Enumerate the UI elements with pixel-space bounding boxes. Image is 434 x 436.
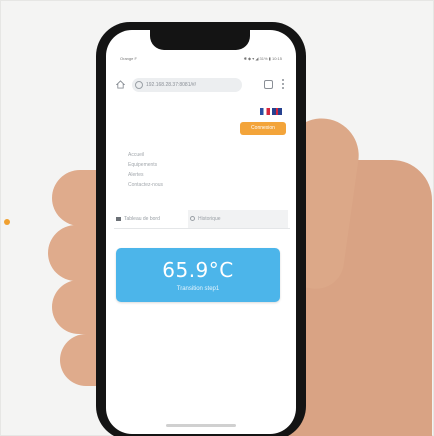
nav-item-contact[interactable]: Contactez-nous — [128, 180, 228, 190]
tab-bar: Tableau de bord Historique — [114, 210, 290, 229]
temperature-status: Transition step1 — [176, 286, 220, 292]
address-bar[interactable]: 192.168.28.37:8081/#/ — [132, 78, 242, 92]
nav-item-accueil[interactable]: Accueil — [128, 150, 228, 160]
more-menu-icon[interactable] — [282, 79, 285, 91]
nav-menu: Accueil Equipements Alertes Contactez-no… — [128, 150, 228, 190]
tab-dashboard-label: Tableau de bord — [124, 216, 160, 222]
language-switcher — [260, 108, 284, 116]
tab-history-label: Historique — [198, 216, 221, 222]
temperature-card: 65.9°C Transition step1 — [116, 248, 280, 302]
phone-status-bar: Orange F ✱ ◆ ▾ ◢ 31% ▮ 10:15 — [120, 56, 282, 64]
history-icon — [190, 216, 195, 221]
home-indicator — [166, 424, 236, 427]
tab-dashboard[interactable]: Tableau de bord — [114, 210, 186, 228]
temperature-value: 65.9°C — [162, 258, 234, 282]
login-button[interactable]: Connexion — [240, 122, 286, 135]
folder-icon — [116, 217, 121, 221]
french-flag-icon[interactable] — [260, 108, 270, 115]
phone-screen: Orange F ✱ ◆ ▾ ◢ 31% ▮ 10:15 192.168.28.… — [106, 30, 296, 434]
home-icon[interactable] — [116, 80, 125, 89]
browser-toolbar: 192.168.28.37:8081/#/ — [114, 76, 290, 94]
nav-item-equipements[interactable]: Equipements — [128, 160, 228, 170]
nav-item-alertes[interactable]: Alertes — [128, 170, 228, 180]
carrier-label: Orange F — [120, 56, 137, 61]
orange-accent-dot — [4, 219, 10, 225]
photo-scene: Orange F ✱ ◆ ▾ ◢ 31% ▮ 10:15 192.168.28.… — [0, 0, 434, 436]
url-text: 192.168.28.37:8081/#/ — [146, 82, 197, 88]
uk-flag-icon[interactable] — [272, 108, 282, 115]
status-indicators: ✱ ◆ ▾ ◢ 31% ▮ 10:15 — [243, 56, 282, 61]
tab-history[interactable]: Historique — [188, 210, 288, 228]
phone-notch — [150, 30, 250, 50]
info-icon[interactable] — [135, 81, 143, 89]
tabs-icon[interactable] — [264, 80, 273, 89]
